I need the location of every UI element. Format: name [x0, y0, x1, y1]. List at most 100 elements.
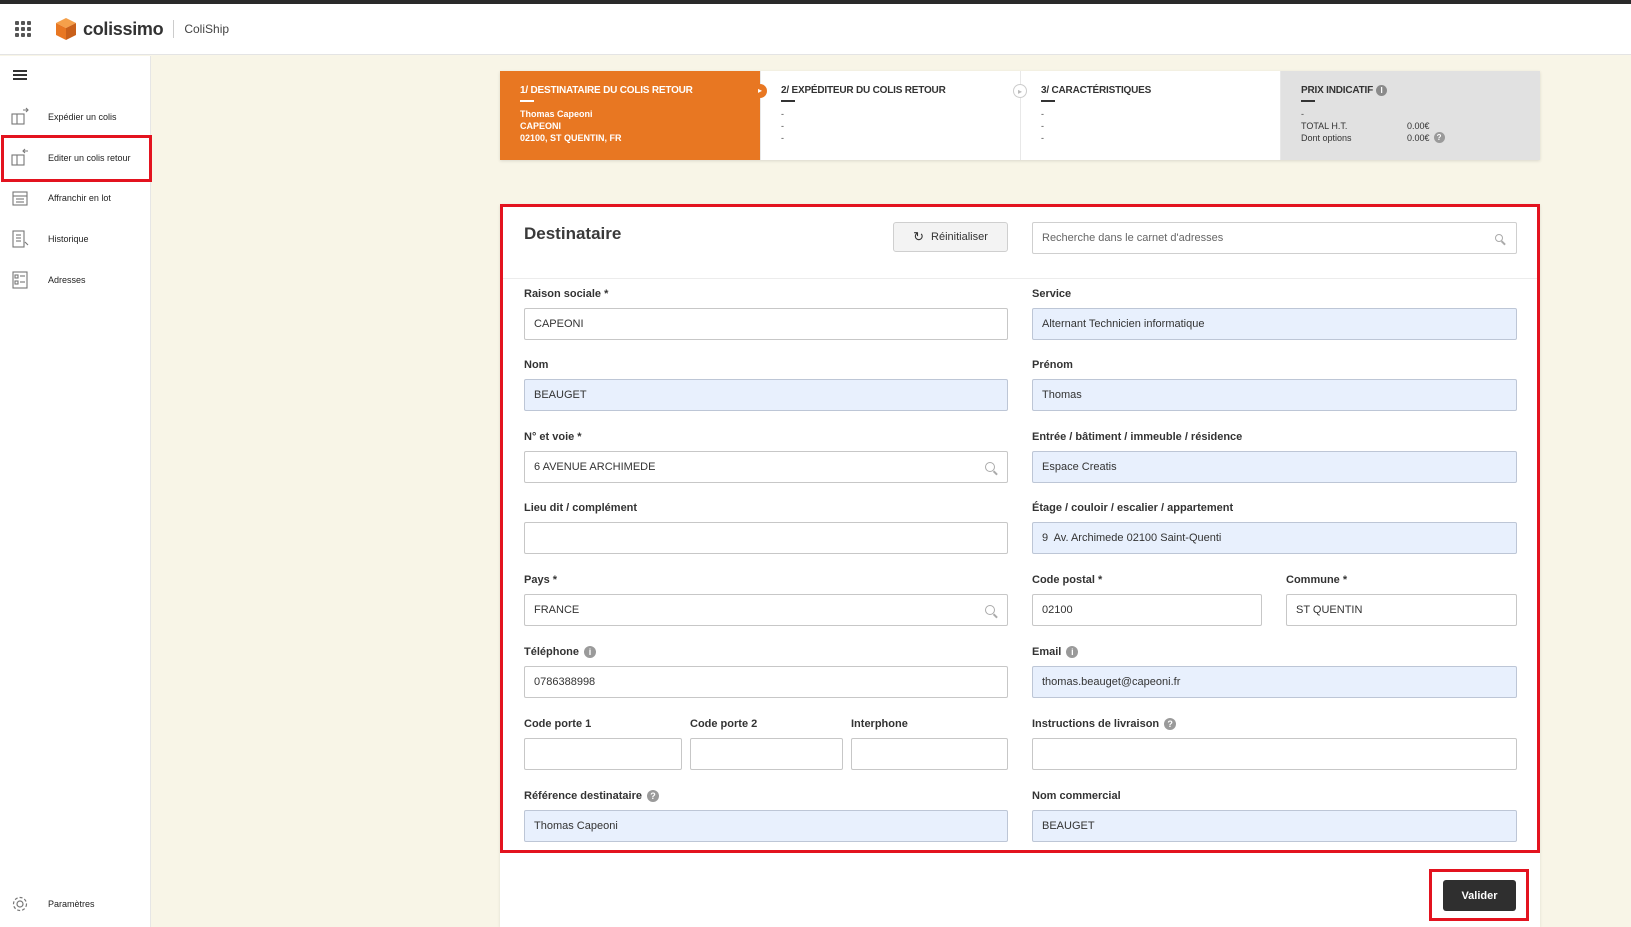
field-nom: Nom: [524, 357, 1008, 411]
info-icon[interactable]: i: [584, 646, 597, 658]
sidebar-item-expedier[interactable]: Expédier un colis: [0, 97, 151, 137]
batch-postage-icon: [12, 191, 28, 206]
sidebar-item-adresses[interactable]: Adresses: [0, 260, 151, 300]
brand-logo[interactable]: colissimo ColiShip: [55, 17, 229, 41]
top-bar: colissimo ColiShip: [0, 4, 1631, 55]
step-summary-line: -: [781, 109, 784, 119]
addresses-icon: [12, 271, 28, 289]
help-icon[interactable]: ?: [647, 790, 659, 802]
search-icon[interactable]: [1495, 234, 1503, 242]
field-voie: N° et voie *: [524, 429, 1008, 483]
etage-input[interactable]: [1033, 523, 1516, 553]
help-icon[interactable]: ?: [1433, 132, 1445, 144]
commune-input[interactable]: [1287, 595, 1516, 625]
address-book-search-input[interactable]: [1033, 223, 1516, 253]
form-header: Destinataire ↻ Réinitialiser: [500, 204, 1540, 279]
lieu-dit-input[interactable]: [525, 523, 1007, 553]
code-porte-2-input[interactable]: [691, 739, 842, 769]
field-label: Pays *: [524, 574, 558, 586]
field-label-text: Email: [1032, 646, 1062, 658]
voie-input[interactable]: [525, 452, 1007, 482]
nom-commercial-input[interactable]: [1033, 811, 1516, 841]
logo-divider: [173, 20, 175, 38]
price-title: PRIX INDICATIF i: [1301, 85, 1520, 96]
field-label: Prénom: [1032, 359, 1073, 371]
reset-button[interactable]: ↻ Réinitialiser: [893, 222, 1008, 252]
field-etage: Étage / couloir / escalier / appartement: [1032, 500, 1517, 554]
entree-input[interactable]: [1033, 452, 1516, 482]
return-parcel-icon: [11, 148, 28, 166]
sidebar-item-label: Expédier un colis: [48, 112, 117, 122]
search-icon[interactable]: [985, 605, 995, 615]
field-email: Email i: [1032, 644, 1517, 698]
field-label: Entrée / bâtiment / immeuble / résidence: [1032, 431, 1243, 443]
code-postal-input[interactable]: [1033, 595, 1261, 625]
sidebar-item-label: Editer un colis retour: [48, 153, 131, 163]
apps-grid-icon[interactable]: [15, 21, 31, 37]
step-underline: [1041, 100, 1055, 102]
field-code-porte-2: Code porte 2: [690, 716, 843, 770]
field-interphone: Interphone: [851, 716, 1008, 770]
field-label: Instructions de livraison?: [1032, 716, 1517, 732]
info-icon[interactable]: i: [1376, 85, 1388, 96]
step-summary-line: -: [1041, 109, 1044, 119]
step-underline: [520, 100, 534, 102]
step-arrow-icon: ▸: [753, 84, 767, 98]
address-book-search: [1032, 222, 1517, 254]
telephone-input[interactable]: [525, 667, 1007, 697]
instructions-input[interactable]: [1033, 739, 1516, 769]
field-code-porte-1: Code porte 1: [524, 716, 682, 770]
step-arrow-icon: ▸: [1013, 84, 1027, 98]
field-raison-sociale: Raison sociale *: [524, 286, 1008, 340]
info-icon[interactable]: i: [1066, 646, 1079, 658]
valider-button[interactable]: Valider: [1443, 880, 1516, 911]
price-total-label: TOTAL H.T.: [1301, 121, 1348, 132]
code-porte-1-input[interactable]: [525, 739, 681, 769]
sidebar-item-label: Adresses: [48, 275, 86, 285]
field-label-text: Référence destinataire: [524, 790, 642, 802]
field-entree: Entrée / bâtiment / immeuble / résidence: [1032, 429, 1517, 483]
step-underline: [781, 100, 795, 102]
interphone-input[interactable]: [852, 739, 1007, 769]
price-total-value: 0.00€: [1407, 121, 1430, 132]
field-label: Nom: [524, 359, 549, 371]
prenom-input[interactable]: [1033, 380, 1516, 410]
email-input[interactable]: [1033, 667, 1516, 697]
step-caracteristiques[interactable]: 3/ CARACTÉRISTIQUES - - -: [1020, 71, 1280, 160]
nom-input[interactable]: [525, 380, 1007, 410]
step-summary-line: -: [781, 121, 784, 131]
step-expediteur[interactable]: 2/ EXPÉDITEUR DU COLIS RETOUR - - - ▸: [760, 71, 1027, 160]
hamburger-menu-icon[interactable]: [13, 70, 27, 80]
price-dash: -: [1301, 109, 1304, 120]
field-telephone: Téléphone i: [524, 644, 1008, 698]
step-title: 2/ EXPÉDITEUR DU COLIS RETOUR: [781, 85, 946, 96]
price-options-label: Dont options: [1301, 133, 1352, 144]
field-prenom: Prénom: [1032, 357, 1517, 411]
step-destinataire[interactable]: 1/ DESTINATAIRE DU COLIS RETOUR Thomas C…: [500, 71, 767, 160]
raison-sociale-input[interactable]: [525, 309, 1007, 339]
sidebar-item-editer-retour[interactable]: Editer un colis retour: [0, 138, 151, 178]
sidebar-item-label: Affranchir en lot: [48, 193, 111, 203]
step-summary-line: -: [1041, 121, 1044, 131]
step-summary-line: CAPEONI: [520, 121, 562, 131]
step-underline: [1301, 100, 1315, 103]
service-input[interactable]: [1033, 309, 1516, 339]
sidebar-item-affranchir[interactable]: Affranchir en lot: [0, 178, 151, 218]
reference-input[interactable]: [525, 811, 1007, 841]
field-label: Commune *: [1286, 574, 1348, 586]
step-progress: 1/ DESTINATAIRE DU COLIS RETOUR Thomas C…: [500, 71, 1540, 160]
field-label: Service: [1032, 288, 1072, 300]
step-title: 1/ DESTINATAIRE DU COLIS RETOUR: [520, 85, 693, 96]
form-title: Destinataire: [524, 224, 622, 243]
step-summary-line: -: [1041, 133, 1044, 143]
field-label: Interphone: [851, 718, 908, 730]
field-label: Code porte 1: [524, 718, 592, 730]
sidebar-item-historique[interactable]: Historique: [0, 219, 151, 259]
refresh-icon: ↻: [913, 229, 925, 244]
colissimo-cube-icon: [56, 18, 76, 40]
help-icon[interactable]: ?: [1164, 718, 1177, 730]
price-options-row: Dont options 0.00€ ?: [1301, 132, 1520, 144]
sidebar-item-parametres[interactable]: Paramètres: [0, 884, 151, 924]
pays-input[interactable]: [525, 595, 1007, 625]
search-icon[interactable]: [985, 462, 995, 472]
